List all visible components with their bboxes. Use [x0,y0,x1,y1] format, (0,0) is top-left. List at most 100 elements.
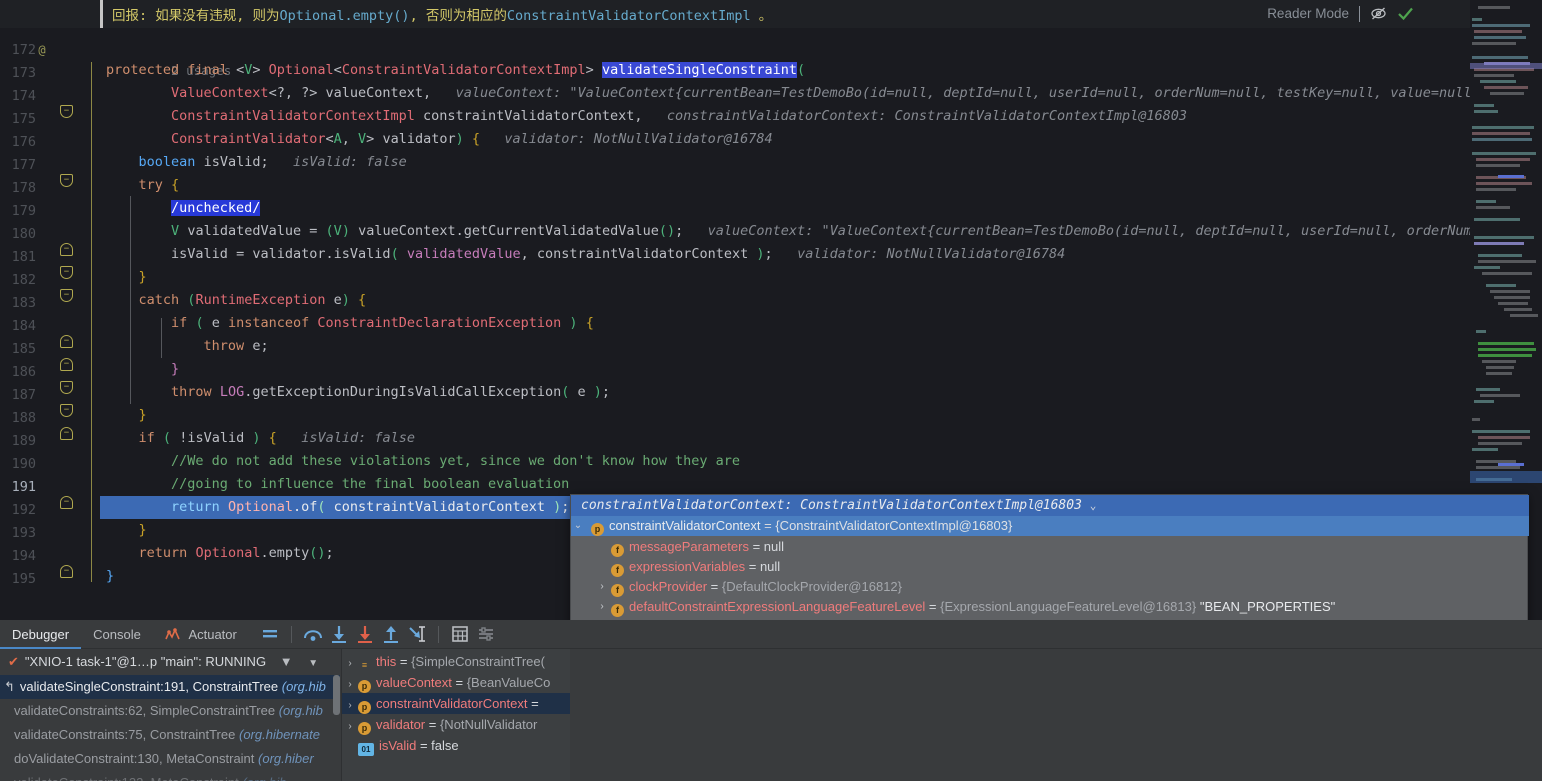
code-line-180[interactable]: isValid = validator.isValid( validatedVa… [100,243,1470,266]
variable-ref: {SimpleConstraintTree( [411,654,545,669]
layout-icon[interactable] [257,621,283,647]
debugger-panel[interactable]: Debugger Console Actuator ✔ "XNIO-1 task… [0,620,1542,781]
step-into-icon[interactable] [326,621,352,647]
code-line-181[interactable]: } [100,266,1470,289]
stack-frame-row[interactable]: validateConstraint:122, MetaConstraint (… [0,771,340,781]
reader-mode-group[interactable]: Reader Mode [1267,5,1414,22]
code-line-186[interactable]: throw LOG.getExceptionDuringIsValidCallE… [100,381,1470,404]
code-line-179[interactable]: V validatedValue = (V) valueContext.getC… [100,220,1470,243]
hide-inspections-icon[interactable] [1370,5,1387,22]
fold-marker-icon[interactable]: − [60,289,73,302]
code-line-178[interactable]: /unchecked/ [100,197,1470,220]
code-line-175[interactable]: ConstraintValidator<A, V> validator) { v… [100,128,1470,151]
popup-row-clockProvider[interactable]: › f clockProvider = {DefaultClockProvider… [571,577,1529,597]
fold-marker-icon[interactable]: − [60,335,73,348]
code-line-185[interactable]: } [100,358,1470,381]
chevron-right-icon[interactable]: › [595,577,609,597]
fold-marker-icon[interactable]: − [60,404,73,417]
ide-window: 回报: 如果没有违规, 则为Optional.empty(), 否则为相应的Co… [0,0,1542,781]
chevron-right-icon[interactable]: › [342,674,358,693]
fold-marker-icon[interactable]: − [60,174,73,187]
variable-value: null [759,559,781,574]
code-line-183[interactable]: if ( e instanceof ConstraintDeclarationE… [100,312,1470,335]
editor-gutter[interactable]: 172 173 174 175 176 177 178 179 180 181 … [0,28,100,620]
stack-frame-row-selected[interactable]: ↰ validateSingleConstraint:191, Constrain… [0,675,340,699]
chevron-down-icon[interactable]: ⌄ [1090,499,1097,512]
variable-row-this[interactable]: › ≡ this = {SimpleConstraintTree( [342,651,570,672]
code-line-176[interactable]: boolean isValid; isValid: false [100,151,1470,174]
settings-icon[interactable] [473,621,499,647]
tab-actuator-label: Actuator [188,626,237,642]
code-line-190[interactable]: //going to influence the final boolean e… [100,473,1470,496]
fold-marker-icon[interactable]: − [60,105,73,118]
variable-row-valueContext[interactable]: › p valueContext = {BeanValueCo [342,672,570,693]
stack-scrollbar[interactable] [333,675,340,715]
thread-selector[interactable]: ✔ "XNIO-1 task-1"@1…p "main": RUNNING ▼ ▼ [0,649,340,675]
popup-row-messageParameters[interactable]: f messageParameters = null [571,537,1529,557]
fold-marker-icon[interactable]: − [60,565,73,578]
code-line-177[interactable]: try { [100,174,1470,197]
filter-icon[interactable]: ▼ [280,654,293,669]
code-line-172[interactable]: protected final <V> Optional<ConstraintV… [100,59,1470,82]
tab-console[interactable]: Console [81,620,153,649]
stack-frame-row[interactable]: validateConstraints:62, SimpleConstraint… [0,699,340,723]
popup-title[interactable]: constraintValidatorContext: ConstraintVa… [571,495,1529,516]
doc-code-1: Optional.empty() [279,8,410,24]
chevron-right-icon[interactable]: › [342,716,358,735]
code-line-189[interactable]: //We do not add these violations yet, si… [100,450,1470,473]
line-number: 188 [11,410,36,426]
code-line-187[interactable]: } [100,404,1470,427]
step-over-icon[interactable] [300,621,326,647]
force-step-into-icon[interactable] [352,621,378,647]
chevron-right-icon[interactable]: › [342,653,358,672]
chevron-right-icon[interactable]: › [595,597,609,617]
variable-ref: {ExpressionLanguageFeatureLevel@16813} [940,599,1197,614]
popup-row-defaultConstraintELFeatureLevel[interactable]: › f defaultConstraintExpressionLanguageFe… [571,597,1529,617]
fold-marker-icon[interactable]: − [60,427,73,440]
variable-row-constraintValidatorContext[interactable]: › p constraintValidatorContext = [342,693,570,714]
chevron-down-icon[interactable]: ▼ [308,658,318,669]
variable-row-isValid[interactable]: 01 isValid = false [342,735,570,756]
variable-name: defaultConstraintExpressionLanguageFeatu… [629,599,926,614]
variable-name: constraintValidatorContext [609,518,761,533]
stack-frame-row[interactable]: validateConstraints:75, ConstraintTree (… [0,723,340,747]
stack-frame-row[interactable]: doValidateConstraint:130, MetaConstraint… [0,747,340,771]
fold-marker-icon[interactable]: − [60,381,73,394]
variable-row-validator[interactable]: › p validator = {NotNullValidator [342,714,570,735]
variables-pane[interactable]: › ≡ this = {SimpleConstraintTree( › p valueC… [342,649,570,781]
reader-mode-label[interactable]: Reader Mode [1267,6,1349,21]
step-out-icon[interactable] [378,621,404,647]
code-line-188[interactable]: if ( !isValid ) { isValid: false [100,427,1470,450]
annotation-marker-icon[interactable]: @ [34,39,50,62]
line-number: 172 [11,42,36,58]
fold-marker-icon[interactable]: − [60,266,73,279]
variable-name: valueContext [376,675,452,690]
code-line-173[interactable]: ValueContext<?, ?> valueContext, valueCo… [100,82,1470,105]
doc-middle: , 否则为相应的 [409,8,507,24]
chevron-right-icon[interactable]: › [342,695,358,714]
inspection-ok-check-icon[interactable] [1397,5,1414,22]
evaluate-icon[interactable] [447,621,473,647]
popup-row-root[interactable]: ⌄ p constraintValidatorContext = {Constra… [571,516,1529,536]
run-to-cursor-icon[interactable] [404,621,430,647]
frame-label: validateSingleConstraint:191, Constraint… [19,679,279,694]
variable-string: "BEAN_PROPERTIES" [1199,599,1336,614]
line-number: 181 [11,249,36,265]
tab-debugger[interactable]: Debugger [0,620,82,649]
equals-sign: = [451,675,467,690]
variable-name: clockProvider [629,579,708,594]
fold-marker-icon[interactable]: − [60,358,73,371]
comment-text: //going to influence the final boolean e… [171,476,570,492]
code-line-174[interactable]: ConstraintValidatorContextImpl constrain… [100,105,1470,128]
usages-hint[interactable]: 2 usages [100,36,1470,78]
code-line-184[interactable]: throw e; [100,335,1470,358]
code-line-182[interactable]: catch (RuntimeException e) { [100,289,1470,312]
fold-marker-icon[interactable]: − [60,496,73,509]
tab-actuator[interactable]: Actuator [153,620,249,649]
chevron-down-icon[interactable]: ⌄ [571,516,585,536]
inlay-hint-isvalid-2: isValid: false [301,430,415,446]
debugger-tab-bar[interactable]: Debugger Console Actuator [0,620,1542,649]
popup-row-expressionVariables[interactable]: f expressionVariables = null [571,557,1529,577]
fold-marker-icon[interactable]: − [60,243,73,256]
line-number: 182 [11,272,36,288]
